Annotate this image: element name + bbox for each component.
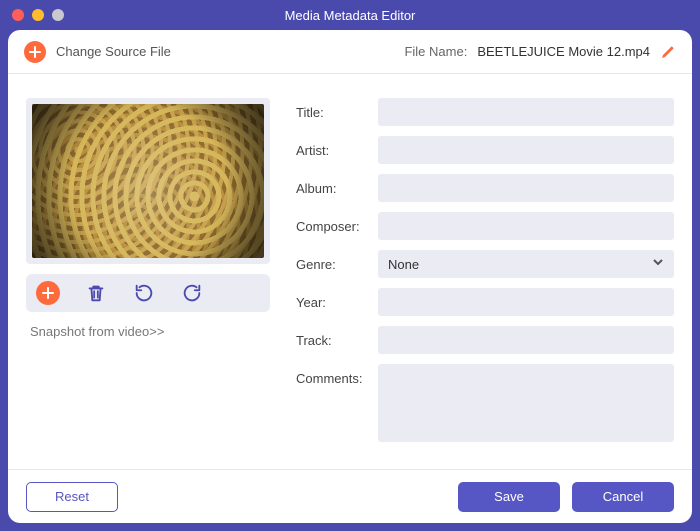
main-surface: Change Source File File Name: BEETLEJUIC…	[8, 30, 692, 523]
year-field[interactable]	[378, 288, 674, 316]
file-name-block: File Name: BEETLEJUICE Movie 12.mp4	[404, 44, 676, 60]
window-controls	[0, 9, 64, 21]
save-button[interactable]: Save	[458, 482, 560, 512]
topbar: Change Source File File Name: BEETLEJUIC…	[8, 30, 692, 74]
track-label: Track:	[296, 326, 378, 348]
composer-label: Composer:	[296, 212, 378, 234]
snapshot-link[interactable]: Snapshot from video>>	[26, 324, 270, 339]
artwork-thumbnail[interactable]	[32, 104, 264, 258]
genre-select[interactable]: None	[378, 250, 674, 278]
comments-label: Comments:	[296, 364, 378, 386]
title-label: Title:	[296, 98, 378, 120]
plus-icon	[42, 287, 54, 299]
genre-value: None	[388, 257, 419, 272]
composer-field[interactable]	[378, 212, 674, 240]
content: Snapshot from video>> Title: Artist: Alb…	[8, 74, 692, 469]
rotate-right-button[interactable]	[180, 281, 204, 305]
metadata-form: Title: Artist: Album: Composer: Genre:	[296, 98, 674, 459]
minimize-window-button[interactable]	[32, 9, 44, 21]
edit-filename-button[interactable]	[660, 44, 676, 60]
rotate-ccw-icon	[133, 282, 155, 304]
app-window: Media Metadata Editor Change Source File…	[0, 0, 700, 531]
maximize-window-button[interactable]	[52, 9, 64, 21]
album-field[interactable]	[378, 174, 674, 202]
titlebar: Media Metadata Editor	[0, 0, 700, 30]
change-source-button[interactable]: Change Source File	[24, 41, 171, 63]
window-title: Media Metadata Editor	[0, 8, 700, 23]
rotate-left-button[interactable]	[132, 281, 156, 305]
footer: Reset Save Cancel	[8, 469, 692, 523]
title-field[interactable]	[378, 98, 674, 126]
pencil-icon	[660, 44, 676, 60]
artist-label: Artist:	[296, 136, 378, 158]
chevron-down-icon	[652, 255, 664, 273]
thumbnail-toolbar	[26, 274, 270, 312]
thumbnail-frame	[26, 98, 270, 264]
track-field[interactable]	[378, 326, 674, 354]
trash-icon	[85, 282, 107, 304]
left-column: Snapshot from video>>	[26, 98, 270, 459]
file-name-label: File Name:	[404, 44, 467, 59]
artist-field[interactable]	[378, 136, 674, 164]
close-window-button[interactable]	[12, 9, 24, 21]
genre-label: Genre:	[296, 250, 378, 272]
plus-icon	[24, 41, 46, 63]
file-name-value: BEETLEJUICE Movie 12.mp4	[477, 44, 650, 59]
rotate-cw-icon	[181, 282, 203, 304]
year-label: Year:	[296, 288, 378, 310]
album-label: Album:	[296, 174, 378, 196]
comments-field[interactable]	[378, 364, 674, 442]
delete-artwork-button[interactable]	[84, 281, 108, 305]
cancel-button[interactable]: Cancel	[572, 482, 674, 512]
add-artwork-button[interactable]	[36, 281, 60, 305]
reset-button[interactable]: Reset	[26, 482, 118, 512]
change-source-label: Change Source File	[56, 44, 171, 59]
